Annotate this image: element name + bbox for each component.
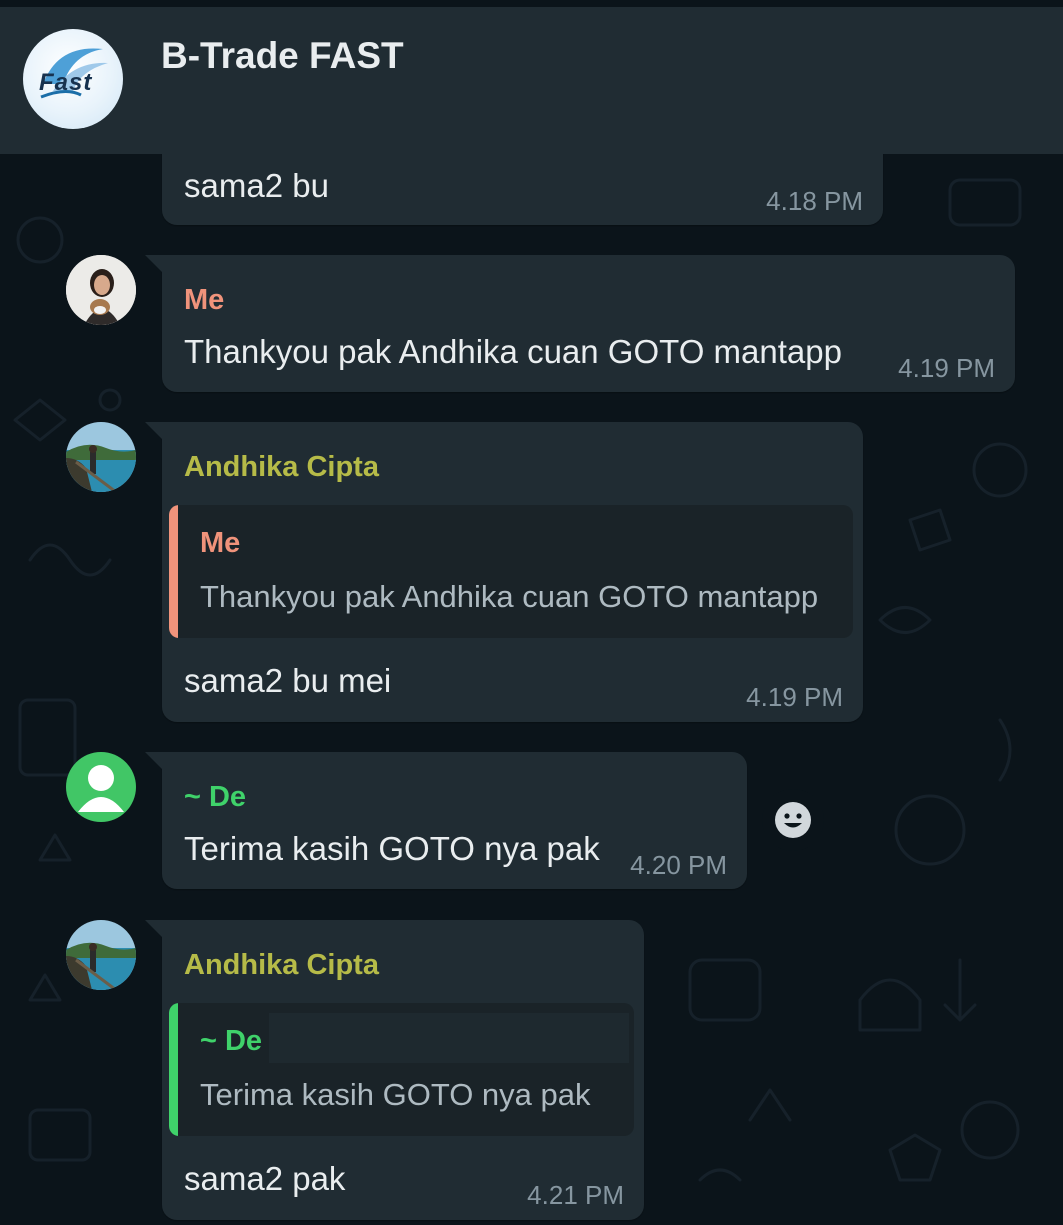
quoted-sender: ~ De: [200, 1025, 263, 1057]
user-photo-icon: [66, 422, 136, 492]
quoted-sender: Me: [200, 527, 241, 559]
sender-name: Andhika Cipta: [184, 451, 379, 483]
chat-header[interactable]: Fast B-Trade FAST: [0, 7, 1063, 154]
message-time: 4.21 PM: [527, 1180, 624, 1210]
user-photo-icon: [66, 255, 136, 325]
avatar-andhika[interactable]: [66, 422, 136, 492]
reaction-button[interactable]: [762, 789, 824, 851]
message-time: 4.18 PM: [766, 186, 863, 216]
message-text: sama2 bu mei: [184, 662, 392, 699]
quoted-text: Thankyou pak Andhika cuan GOTO mantapp: [200, 579, 819, 614]
default-user-icon: [78, 765, 124, 812]
message-time: 4.19 PM: [746, 682, 843, 712]
group-avatar[interactable]: Fast: [23, 29, 123, 129]
quoted-message[interactable]: ~ De Terima kasih GOTO nya pak: [169, 1003, 634, 1136]
message-bubble[interactable]: Me Thankyou pak Andhika cuan GOTO mantap…: [145, 255, 1015, 392]
message-text: Thankyou pak Andhika cuan GOTO mantapp: [184, 333, 842, 370]
sender-name: Andhika Cipta: [184, 949, 379, 981]
message-time: 4.20 PM: [630, 850, 727, 880]
logo-text: Fast: [39, 69, 93, 96]
message-bubble[interactable]: ~ De Terima kasih GOTO nya pak 4.20 PM: [145, 752, 747, 889]
quoted-message[interactable]: Me Thankyou pak Andhika cuan GOTO mantap…: [169, 505, 853, 638]
message-text: sama2 pak: [184, 1160, 346, 1197]
message-bubble[interactable]: Andhika Cipta Me Thankyou pak Andhika cu…: [145, 422, 863, 722]
group-name: B-Trade FAST: [161, 35, 404, 76]
user-photo-icon: [66, 920, 136, 990]
avatar-me[interactable]: [66, 255, 136, 325]
avatar-default[interactable]: [66, 752, 136, 822]
sender-name: ~ De: [184, 781, 247, 813]
top-strip: [0, 0, 1063, 7]
avatar-andhika[interactable]: [66, 920, 136, 990]
chat-area[interactable]: sama2 bu 4.18 PM Me Thankyou pak Andhika…: [0, 0, 1063, 1225]
emoji-icon: [775, 802, 811, 838]
quoted-text: Terima kasih GOTO nya pak: [200, 1077, 591, 1112]
message-time: 4.19 PM: [898, 353, 995, 383]
message-bubble[interactable]: Andhika Cipta ~ De Terima kasih GOTO nya…: [145, 920, 644, 1220]
message-text: sama2 bu: [184, 167, 329, 204]
message-text: Terima kasih GOTO nya pak: [184, 830, 600, 867]
sender-name: Me: [184, 284, 225, 316]
